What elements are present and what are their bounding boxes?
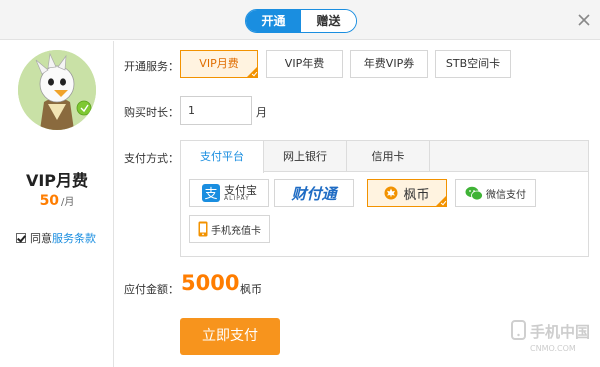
service-vip-yearly[interactable]: VIP年费 [266, 50, 343, 78]
tenpay-logo: 财付通 [291, 184, 337, 203]
price-unit: /月 [61, 197, 75, 208]
tab-gift[interactable]: 赠送 [301, 10, 356, 32]
service-label: 开通服务： [124, 60, 179, 73]
agree-checkbox[interactable] [16, 233, 26, 243]
wechat-icon [465, 186, 483, 200]
selected-corner-icon [436, 196, 446, 206]
price-value: 50 [39, 193, 60, 209]
alipay-cn: 支付宝 [224, 183, 257, 197]
method-coins[interactable]: 枫币 [367, 179, 447, 207]
payment-tabs: 支付平台 网上银行 信用卡 [181, 141, 588, 173]
tab-online-banking[interactable]: 网上银行 [264, 141, 347, 172]
method-label: 支付方式： [124, 152, 179, 165]
tab-payment-platform[interactable]: 支付平台 [181, 141, 264, 173]
terms-link[interactable]: 服务条款 [52, 230, 96, 246]
plan-summary-panel: VIP月费 50/月 同意 服务条款 [0, 41, 114, 367]
coins-label: 枫币 [403, 187, 430, 203]
method-alipay[interactable]: 支 支付宝 ALIPAY [189, 179, 269, 207]
watermark-en: CNMO.COM [530, 344, 576, 353]
method-wechat[interactable]: 微信支付 [455, 179, 536, 207]
payment-panel: 支付平台 网上银行 信用卡 支 支付宝 ALIPAY 财付通 枫币 微信支付 手… [180, 140, 589, 257]
duration-unit: 月 [256, 106, 267, 119]
plan-price: 50/月 [0, 193, 114, 209]
tab-activate[interactable]: 开通 [246, 10, 301, 32]
maple-leaf-icon [384, 186, 398, 200]
service-yearly-coupon[interactable]: 年费VIP券 [350, 50, 428, 78]
mode-toggle: 开通 赠送 [245, 9, 357, 33]
total-amount: 5000 [181, 271, 240, 295]
service-stb-card[interactable]: STB空间卡 [435, 50, 511, 78]
terms-agreement: 同意 服务条款 [16, 230, 96, 246]
cnmo-watermark: 手机中国 CNMO.COM [510, 316, 596, 358]
alipay-en: ALIPAY [224, 194, 250, 202]
service-vip-monthly[interactable]: VIP月费 [180, 50, 258, 78]
duration-input[interactable]: 1 [180, 96, 252, 125]
wechat-label: 微信支付 [486, 189, 526, 201]
duration-label: 购买时长： [124, 106, 179, 119]
watermark-cn: 手机中国 [530, 323, 590, 341]
plan-name: VIP月费 [25, 171, 89, 190]
dialog-header: 开通 赠送 [0, 0, 600, 40]
mascot-avatar [18, 50, 96, 130]
tab-credit-card[interactable]: 信用卡 [347, 141, 430, 172]
close-icon[interactable] [574, 10, 594, 30]
selected-corner-icon [247, 67, 257, 77]
alipay-icon: 支 [202, 184, 220, 202]
svg-text:支: 支 [204, 187, 217, 202]
service-label-text: VIP月费 [199, 57, 239, 70]
mobile-card-label: 手机充值卡 [211, 225, 261, 237]
phone-icon [198, 221, 208, 237]
method-tenpay[interactable]: 财付通 [274, 179, 354, 207]
total-unit: 枫币 [240, 283, 262, 296]
method-mobile-card[interactable]: 手机充值卡 [189, 215, 270, 243]
agree-text: 同意 [30, 232, 52, 245]
pay-now-button[interactable]: 立即支付 [180, 318, 280, 355]
total-label: 应付金额： [124, 283, 179, 296]
